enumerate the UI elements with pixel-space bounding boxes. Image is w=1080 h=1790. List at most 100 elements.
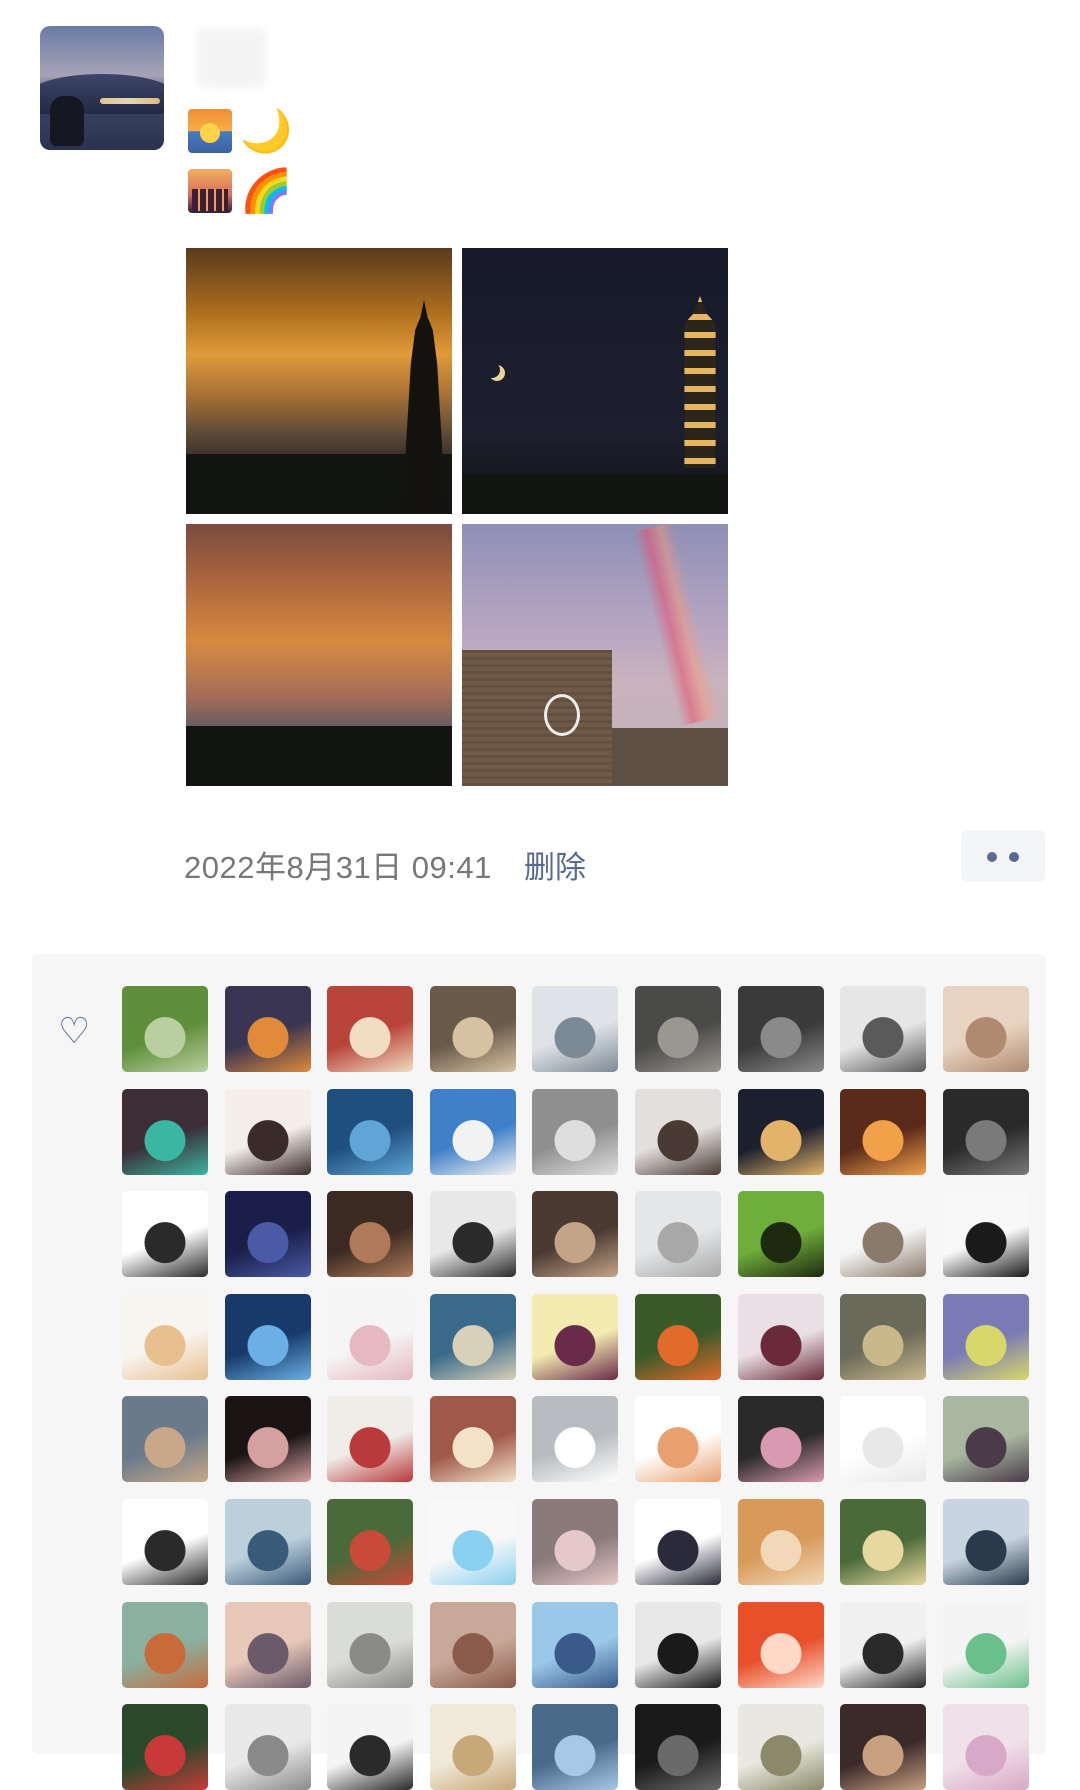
liker-avatar[interactable] xyxy=(224,1088,311,1175)
liker-avatar[interactable] xyxy=(737,1293,824,1380)
liker-avatar[interactable] xyxy=(942,1088,1029,1175)
liker-avatar[interactable] xyxy=(737,1499,824,1585)
liker-avatar[interactable] xyxy=(635,1396,721,1483)
liker-avatar[interactable] xyxy=(737,986,824,1072)
liker-avatar[interactable] xyxy=(840,1601,927,1688)
liker-avatar[interactable] xyxy=(429,1499,516,1585)
liker-avatar[interactable] xyxy=(737,1396,824,1483)
liker-avatar[interactable] xyxy=(737,1191,824,1278)
liker-avatar[interactable] xyxy=(737,1704,824,1790)
liker-avatar[interactable] xyxy=(327,1396,414,1483)
rainbow-icon: 🌈 xyxy=(240,166,293,216)
crescent-moon-icon: 🌙 xyxy=(240,106,293,156)
city-sunset-icon xyxy=(188,169,232,214)
liker-avatar[interactable] xyxy=(635,1293,721,1380)
post-timestamp: 2022年8月31日 09:41 xyxy=(184,850,492,885)
liker-avatar[interactable] xyxy=(327,1088,414,1175)
photo-grid xyxy=(186,248,730,786)
liker-avatar[interactable] xyxy=(840,1293,927,1380)
liker-avatar[interactable] xyxy=(122,1088,208,1175)
liker-avatar[interactable] xyxy=(737,1088,824,1175)
liker-avatar[interactable] xyxy=(532,1601,619,1688)
liker-avatar[interactable] xyxy=(840,1396,927,1483)
liker-avatar[interactable] xyxy=(635,1499,721,1585)
liker-avatar[interactable] xyxy=(635,1601,721,1688)
pagoda-silhouette xyxy=(402,300,446,514)
avatar-lights xyxy=(100,98,160,104)
post-text-line-1: 🌙 xyxy=(188,104,292,156)
liker-avatar[interactable] xyxy=(942,1191,1029,1278)
pagoda-lit xyxy=(684,296,716,468)
liker-avatar[interactable] xyxy=(737,1601,824,1688)
post-text-line-2: 🌈 xyxy=(188,164,292,216)
liker-avatar[interactable] xyxy=(122,1601,208,1688)
liker-avatar[interactable] xyxy=(840,1704,927,1790)
photo-night-pagoda[interactable] xyxy=(462,248,728,514)
photo-moon xyxy=(484,362,500,378)
liker-avatar[interactable] xyxy=(122,986,208,1072)
liker-avatar[interactable] xyxy=(327,1704,414,1790)
liker-avatar[interactable] xyxy=(840,1191,927,1278)
liker-avatar[interactable] xyxy=(635,986,721,1072)
photo-treeline xyxy=(186,726,452,786)
liker-avatar[interactable] xyxy=(224,1499,311,1585)
liker-avatar[interactable] xyxy=(429,986,516,1072)
liker-avatar[interactable] xyxy=(532,1396,619,1483)
liker-avatar[interactable] xyxy=(840,1088,927,1175)
liker-avatar[interactable] xyxy=(122,1396,208,1483)
liker-avatar[interactable] xyxy=(429,1704,516,1790)
liker-avatar[interactable] xyxy=(635,1191,721,1278)
liker-avatar[interactable] xyxy=(942,1396,1029,1483)
liker-avatar[interactable] xyxy=(327,1293,414,1380)
liker-avatar[interactable] xyxy=(532,1293,619,1380)
more-dot-icon xyxy=(987,852,997,862)
liker-avatar[interactable] xyxy=(942,1499,1029,1585)
liker-avatar[interactable] xyxy=(429,1396,516,1483)
liker-avatar[interactable] xyxy=(942,1704,1029,1790)
liker-avatar[interactable] xyxy=(942,1293,1029,1380)
photo-building xyxy=(462,650,612,786)
liker-avatar[interactable] xyxy=(532,1704,619,1790)
liker-avatar[interactable] xyxy=(327,1601,414,1688)
liker-avatar[interactable] xyxy=(429,1601,516,1688)
photo-building-wing xyxy=(612,728,728,786)
liker-avatar[interactable] xyxy=(635,1704,721,1790)
liker-avatar[interactable] xyxy=(942,986,1029,1072)
more-dot-icon xyxy=(1009,852,1019,862)
liker-avatar[interactable] xyxy=(224,1293,311,1380)
liker-avatar[interactable] xyxy=(635,1088,721,1175)
liker-avatar[interactable] xyxy=(224,1704,311,1790)
liker-avatar[interactable] xyxy=(532,1191,619,1278)
poster-name-blurred[interactable] xyxy=(196,28,266,88)
liker-avatar[interactable] xyxy=(327,1191,414,1278)
liker-avatar[interactable] xyxy=(122,1704,208,1790)
photo-sunset-pagoda[interactable] xyxy=(186,248,452,514)
photo-sunset-clouds[interactable] xyxy=(186,524,452,786)
liker-avatar[interactable] xyxy=(429,1088,516,1175)
liker-avatar[interactable] xyxy=(224,1396,311,1483)
liker-avatar[interactable] xyxy=(532,1499,619,1585)
photo-rainbow xyxy=(632,524,722,727)
liker-avatar[interactable] xyxy=(224,1191,311,1278)
liker-avatar[interactable] xyxy=(429,1191,516,1278)
liker-avatar[interactable] xyxy=(122,1499,208,1585)
more-actions-button[interactable] xyxy=(961,830,1045,882)
liker-avatar[interactable] xyxy=(840,1499,927,1585)
liker-avatar[interactable] xyxy=(840,986,927,1072)
liker-avatar[interactable] xyxy=(429,1293,516,1380)
liker-avatar[interactable] xyxy=(224,986,311,1072)
building-emblem xyxy=(544,694,580,736)
poster-avatar[interactable] xyxy=(40,26,164,150)
liker-avatar[interactable] xyxy=(532,986,619,1072)
delete-link[interactable]: 删除 xyxy=(524,842,586,887)
liker-avatar[interactable] xyxy=(942,1601,1029,1688)
photo-treeline xyxy=(462,474,728,514)
liker-avatar[interactable] xyxy=(122,1191,208,1278)
liker-avatar[interactable] xyxy=(532,1088,619,1175)
liker-avatar[interactable] xyxy=(327,1499,414,1585)
liker-avatar[interactable] xyxy=(122,1293,208,1380)
liker-avatar[interactable] xyxy=(224,1601,311,1688)
sunrise-icon xyxy=(188,109,232,154)
liker-avatar[interactable] xyxy=(327,986,414,1072)
photo-rainbow-building[interactable] xyxy=(462,524,728,786)
